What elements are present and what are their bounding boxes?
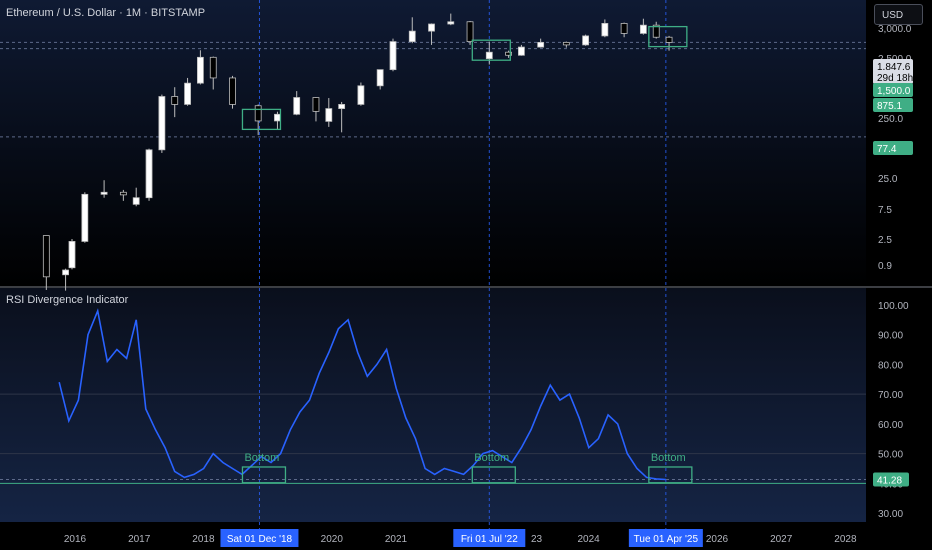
candle-body — [447, 21, 455, 25]
time-cursor-label: Sat 01 Dec '18 — [227, 534, 293, 545]
candle-body — [408, 30, 416, 42]
candle-body — [254, 105, 262, 122]
candle-body — [376, 69, 384, 87]
rsi-value-text: 41.28 — [877, 476, 902, 487]
bottom-annotation: Bottom — [651, 452, 686, 464]
time-axis-tick: 2021 — [385, 534, 408, 545]
rsi-axis-tick: 60.00 — [878, 420, 903, 431]
candle-body — [389, 41, 397, 71]
candle-body — [119, 191, 127, 196]
chart-title: Ethereum / U.S. Dollar · 1M · BITSTAMP — [6, 7, 206, 19]
candle-body — [100, 191, 108, 195]
candle-body — [357, 85, 365, 105]
candle-body — [274, 113, 281, 122]
candle-body — [171, 96, 179, 105]
time-axis-tick: 2020 — [321, 534, 344, 545]
candle-body — [158, 96, 166, 151]
candle-body — [145, 149, 153, 199]
candle-body — [485, 51, 493, 60]
price-axis-tick: 2.5 — [878, 235, 892, 246]
rsi-axis-tick: 90.00 — [878, 331, 903, 342]
price-axis-tick: 7.5 — [878, 205, 892, 216]
candle-body — [601, 23, 609, 37]
price-label-text: 29d 18h — [877, 73, 913, 84]
candle-body — [132, 197, 140, 205]
candle-body — [42, 235, 50, 278]
price-axis-tick: 25.0 — [878, 174, 898, 185]
candle-body — [325, 108, 333, 122]
candle-body — [229, 77, 236, 105]
candle-body — [338, 104, 346, 109]
time-axis-tick: 2028 — [834, 534, 857, 545]
indicator-title: RSI Divergence Indicator — [6, 294, 129, 306]
candle-body — [184, 82, 191, 105]
time-cursor-label: Tue 01 Apr '25 — [634, 534, 699, 545]
rsi-axis-tick: 30.00 — [878, 509, 903, 520]
rsi-axis-tick: 50.00 — [878, 450, 903, 461]
candle-body — [665, 36, 673, 43]
time-axis-tick: 2018 — [192, 534, 215, 545]
candle-body — [639, 24, 647, 34]
candle-body — [562, 41, 570, 46]
candle-body — [518, 46, 525, 56]
time-axis-partial-tick: 23 — [531, 534, 543, 545]
price-label-text: 1,500.0 — [877, 86, 911, 97]
price-pane-bg — [0, 0, 866, 287]
rsi-pane-bg — [0, 288, 866, 522]
bottom-annotation: Bottom — [244, 452, 279, 464]
price-label-text: 875.1 — [877, 101, 902, 112]
time-axis-tick: 2026 — [706, 534, 729, 545]
candle-body — [582, 35, 589, 46]
rsi-axis-tick: 100.00 — [878, 301, 909, 312]
candle-body — [209, 56, 217, 79]
chart-window: { "header": { "title": "Ethereum / U.S. … — [0, 0, 932, 550]
rsi-axis-tick: 80.00 — [878, 360, 903, 371]
time-axis-tick: 2024 — [577, 534, 600, 545]
time-axis-tick: 2017 — [128, 534, 151, 545]
time-cursor-label: Fri 01 Jul '22 — [461, 534, 518, 545]
candle-body — [312, 97, 320, 112]
chart-canvas[interactable]: BottomBottomBottom3,000.02,500.0250.025.… — [0, 0, 932, 550]
rsi-axis-tick: 70.00 — [878, 390, 903, 401]
candle-body — [466, 21, 474, 42]
currency-button[interactable]: USD — [874, 4, 923, 25]
candle-body — [68, 241, 76, 269]
price-label-text: 77.4 — [877, 144, 897, 155]
bottom-annotation: Bottom — [474, 452, 509, 464]
price-axis-tick: 250.0 — [878, 114, 903, 125]
candle-body — [428, 23, 435, 32]
candle-body — [537, 41, 545, 48]
candle-body — [620, 23, 628, 34]
candle-body — [196, 56, 204, 84]
candle-body — [62, 269, 69, 276]
time-axis-tick: 2016 — [64, 534, 87, 545]
price-axis-tick: 0.9 — [878, 261, 892, 272]
candle-body — [293, 97, 301, 115]
time-axis-tick: 2027 — [770, 534, 793, 545]
candle-body — [81, 193, 89, 242]
